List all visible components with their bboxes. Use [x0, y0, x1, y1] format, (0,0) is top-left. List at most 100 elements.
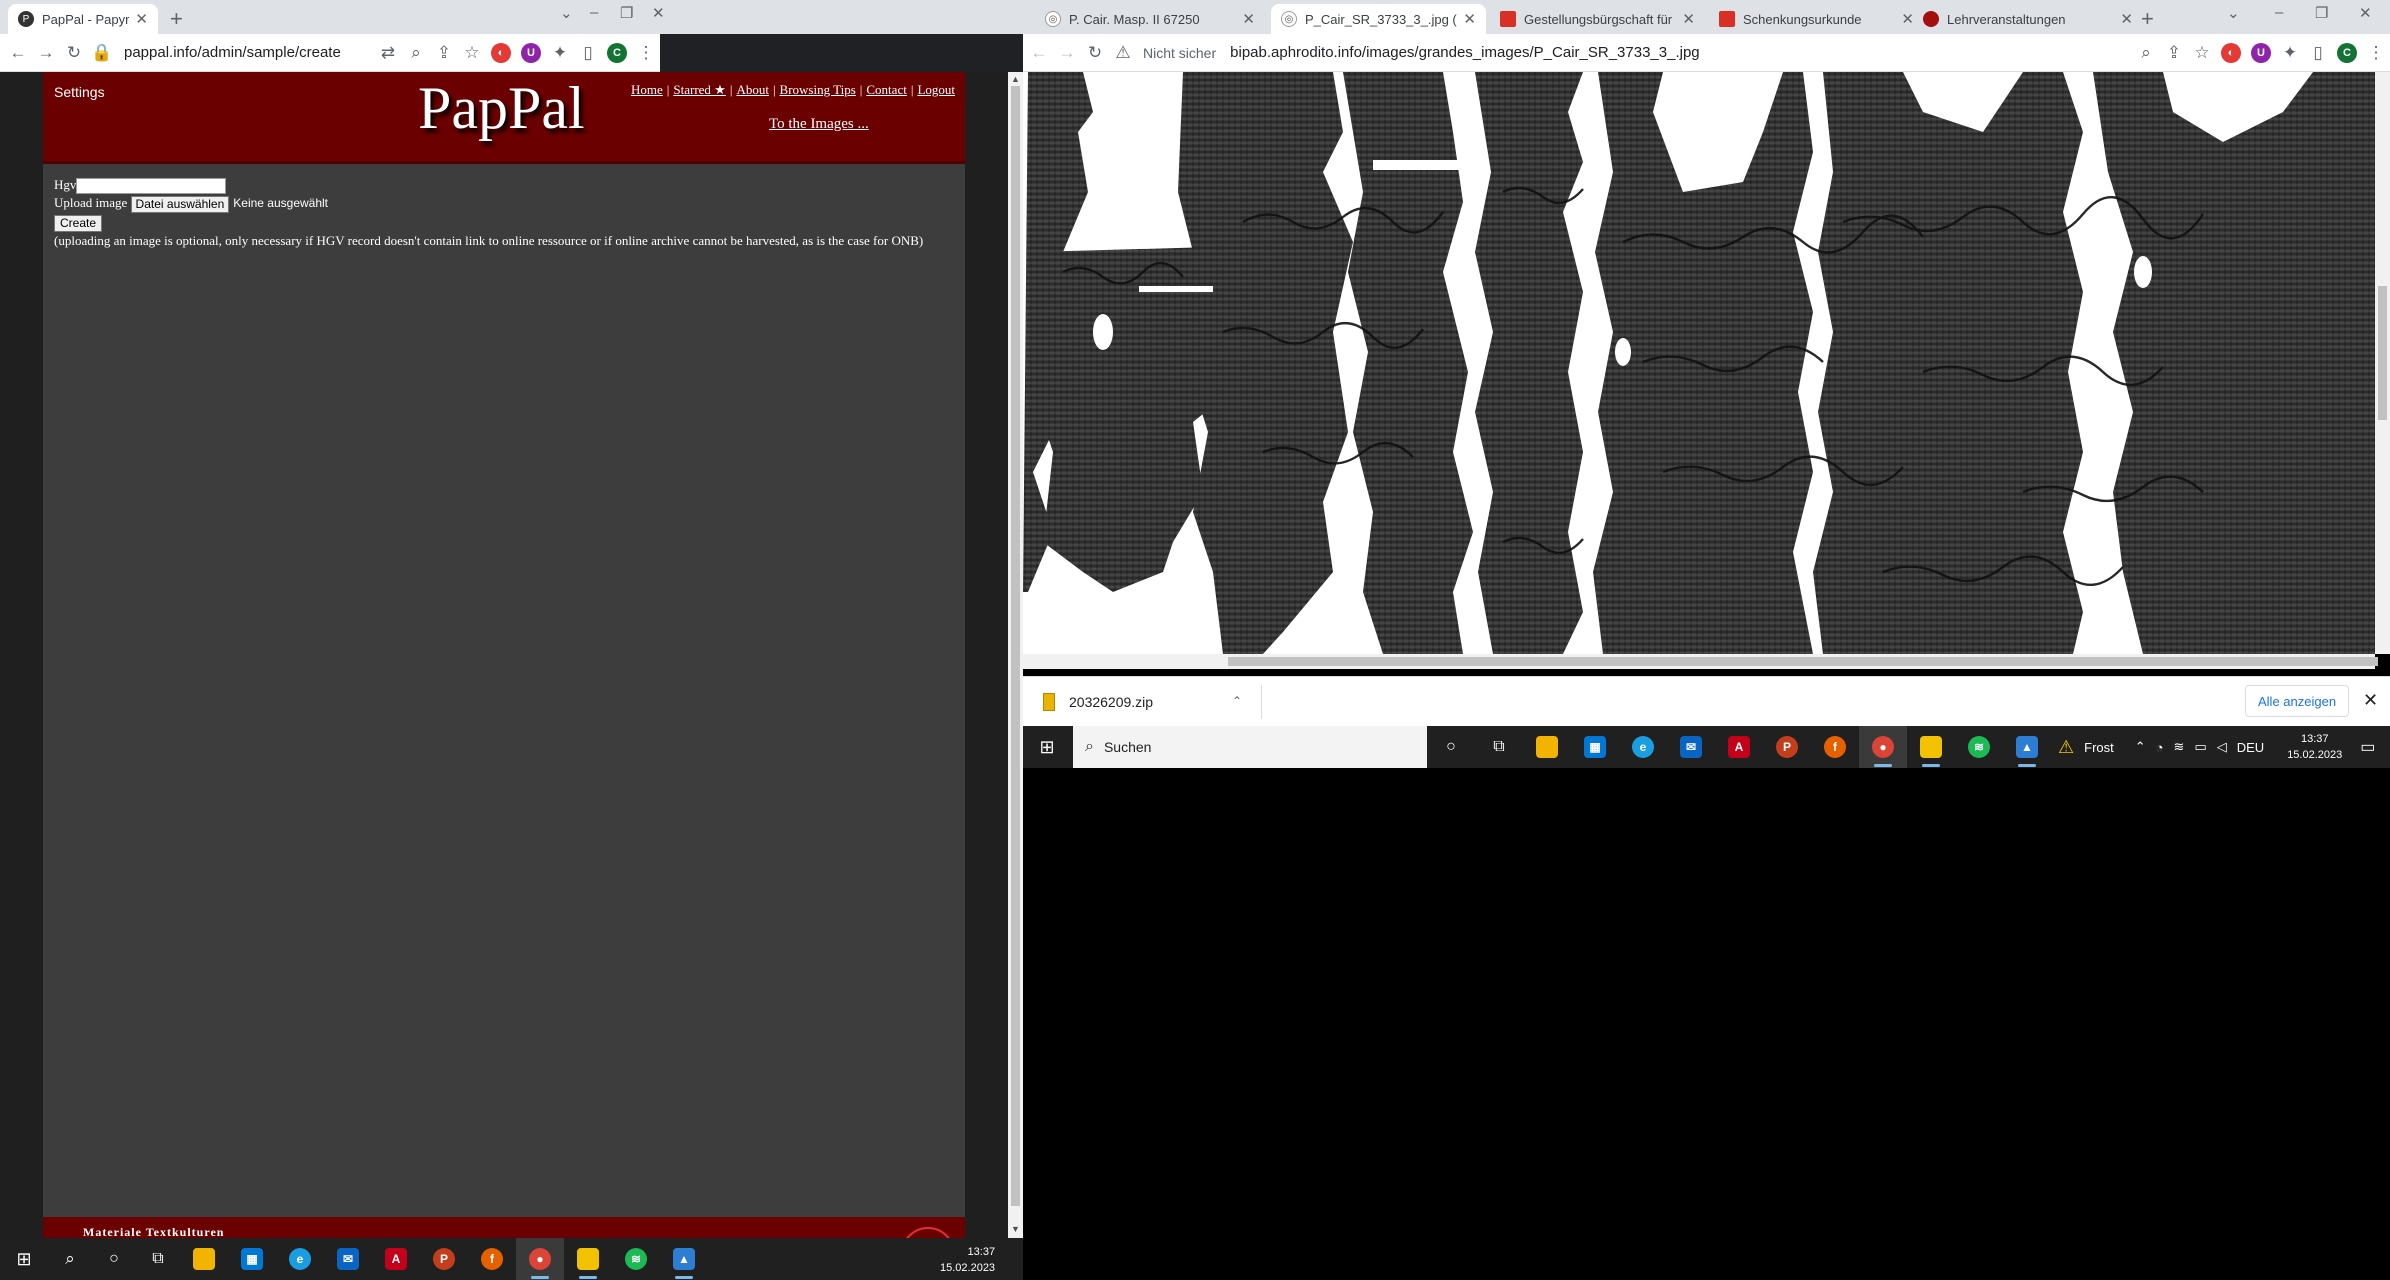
taskbar-mail[interactable]: ✉	[324, 1238, 372, 1280]
show-all-button[interactable]: Alle anzeigen	[2245, 685, 2350, 717]
url-field[interactable]: pappal.info/admin/sample/create	[124, 44, 374, 61]
taskbar-firefox[interactable]: f	[468, 1238, 516, 1280]
taskbar-explorer[interactable]	[1523, 726, 1571, 768]
new-tab-icon[interactable]: +	[2141, 6, 2154, 32]
tab-pappal[interactable]: P PapPal - Papyrology | Paleograph ✕	[8, 4, 158, 34]
download-item[interactable]: 20326209.zip	[1043, 687, 1153, 717]
taskbar-spotify[interactable]: ≋	[612, 1238, 660, 1280]
profile-avatar[interactable]: C	[2337, 42, 2357, 63]
restore-icon[interactable]: ❐	[2315, 4, 2328, 22]
taskbar-edge[interactable]: e	[276, 1238, 324, 1280]
close-icon[interactable]: ✕	[135, 10, 148, 28]
task-view-button[interactable]: ⧉	[1475, 726, 1523, 768]
star-icon[interactable]: ☆	[2188, 43, 2216, 63]
vertical-scrollbar[interactable]	[2375, 72, 2390, 654]
taskbar-app[interactable]	[1907, 726, 1955, 768]
tab-gestellung[interactable]: Gestellungsbürgschaft für ei ✕	[1490, 4, 1705, 34]
extension-icon[interactable]: ◐	[2221, 42, 2241, 63]
taskbar-search-box[interactable]: ⌕ Suchen	[1073, 726, 1427, 768]
settings-link[interactable]: Settings	[54, 84, 105, 100]
tab-schenkung[interactable]: Schenkungsurkunde ✕	[1709, 4, 1924, 34]
back-icon[interactable]: ←	[1025, 43, 1053, 63]
taskbar-chrome[interactable]: ●	[516, 1238, 564, 1280]
extension-icon[interactable]: ◐	[491, 42, 511, 63]
tab-image[interactable]: ◎ P_Cair_SR_3733_3_.jpg (4178 ✕	[1271, 4, 1486, 34]
chevron-down-icon[interactable]: ⌄	[560, 4, 573, 22]
hgv-input[interactable]	[76, 178, 227, 195]
vertical-scrollbar[interactable]: ▲ ▼	[1008, 72, 1023, 1238]
share-icon[interactable]: ⇪	[2160, 43, 2188, 63]
close-icon[interactable]: ✕	[1242, 10, 1255, 28]
tab-lehrveranstaltungen[interactable]: Lehrveranstaltungen ✕	[1913, 4, 2143, 34]
taskbar-app[interactable]	[564, 1238, 612, 1280]
taskbar-photos[interactable]: ▲	[660, 1238, 708, 1280]
taskbar-photos[interactable]: ▲	[2003, 726, 2051, 768]
forward-icon[interactable]: →	[1053, 43, 1081, 63]
url-field[interactable]: bipab.aphrodito.info/images/grandes_imag…	[1230, 44, 2132, 61]
close-icon[interactable]: ✕	[2363, 690, 2378, 711]
taskbar-chrome[interactable]: ●	[1859, 726, 1907, 768]
clock[interactable]: 13:37 15.02.2023	[940, 1244, 995, 1276]
network-icon[interactable]: ◔	[2156, 740, 2164, 755]
site-logo[interactable]: PapPal	[418, 74, 585, 143]
taskbar-store[interactable]: ▦	[228, 1238, 276, 1280]
translate-icon[interactable]: ⇄	[374, 43, 402, 63]
forward-icon[interactable]: →	[32, 43, 60, 63]
chevron-up-icon[interactable]: ⌃	[1232, 694, 1242, 708]
tab-cair-masp[interactable]: ◎ P. Cair. Masp. II 67250 ✕	[1035, 4, 1265, 34]
volume-icon[interactable]: ◁	[2217, 739, 2227, 755]
puzzle-icon[interactable]: ✦	[2276, 43, 2304, 63]
search-button[interactable]: ⌕	[48, 1238, 92, 1280]
create-button[interactable]: Create	[54, 214, 103, 232]
share-icon[interactable]: ⇪	[430, 43, 458, 63]
warning-icon[interactable]: ⚠	[2058, 737, 2074, 758]
taskbar-powerpoint[interactable]: P	[420, 1238, 468, 1280]
warning-icon[interactable]: ⚠	[1109, 43, 1137, 63]
back-icon[interactable]: ←	[4, 43, 32, 63]
taskbar-edge[interactable]: e	[1619, 726, 1667, 768]
close-icon[interactable]: ✕	[1682, 10, 1695, 28]
nav-starred[interactable]: Starred ★	[673, 82, 725, 97]
zoom-icon[interactable]: ⌕	[2132, 43, 2160, 63]
close-icon[interactable]: ✕	[2120, 10, 2133, 28]
minimize-icon[interactable]: –	[2275, 4, 2283, 21]
lock-icon[interactable]: 🔒	[88, 43, 116, 63]
nav-logout[interactable]: Logout	[917, 82, 955, 97]
start-button[interactable]: ⊞	[1023, 726, 1071, 768]
close-window-icon[interactable]: ✕	[652, 4, 665, 22]
minimize-icon[interactable]: –	[590, 4, 598, 21]
taskbar-acrobat[interactable]: A	[372, 1238, 420, 1280]
close-icon[interactable]: ✕	[1463, 10, 1476, 28]
taskbar-explorer[interactable]	[180, 1238, 228, 1280]
scroll-up-icon[interactable]: ▲	[1011, 74, 1020, 84]
menu-icon[interactable]: ⋮	[2362, 43, 2390, 63]
to-images-link[interactable]: To the Images ...	[769, 116, 869, 133]
profile-avatar[interactable]: C	[607, 42, 627, 63]
task-view-button[interactable]: ⧉	[136, 1238, 180, 1280]
nav-browsing-tips[interactable]: Browsing Tips	[780, 82, 856, 97]
papyrus-image[interactable]	[1023, 72, 2375, 654]
taskbar-mail[interactable]: ✉	[1667, 726, 1715, 768]
taskbar-powerpoint[interactable]: P	[1763, 726, 1811, 768]
sidepanel-icon[interactable]: ▯	[2304, 43, 2332, 63]
language-indicator[interactable]: DEU	[2237, 740, 2264, 755]
close-window-icon[interactable]: ✕	[2359, 4, 2372, 22]
scroll-down-icon[interactable]: ▼	[1011, 1224, 1020, 1234]
puzzle-icon[interactable]: ✦	[546, 43, 574, 63]
scrollbar-thumb[interactable]	[2378, 286, 2387, 420]
chevron-down-icon[interactable]: ⌄	[2227, 4, 2240, 22]
zoom-icon[interactable]: ⌕	[402, 43, 430, 63]
reload-icon[interactable]: ↻	[1081, 43, 1109, 63]
nav-home[interactable]: Home	[631, 82, 663, 97]
start-button[interactable]: ⊞	[0, 1238, 48, 1280]
taskbar-spotify[interactable]: ≋	[1955, 726, 2003, 768]
extension-icon[interactable]: U	[2251, 42, 2271, 63]
menu-icon[interactable]: ⋮	[632, 43, 660, 63]
cortana-button[interactable]: ○	[92, 1238, 136, 1280]
taskbar-store[interactable]: ▦	[1571, 726, 1619, 768]
notification-icon[interactable]: ▭	[2360, 737, 2375, 757]
cortana-button[interactable]: ○	[1427, 726, 1475, 768]
nav-contact[interactable]: Contact	[866, 82, 906, 97]
scrollbar-thumb[interactable]	[1011, 86, 1020, 1206]
chevron-up-icon[interactable]: ⌃	[2135, 739, 2146, 755]
